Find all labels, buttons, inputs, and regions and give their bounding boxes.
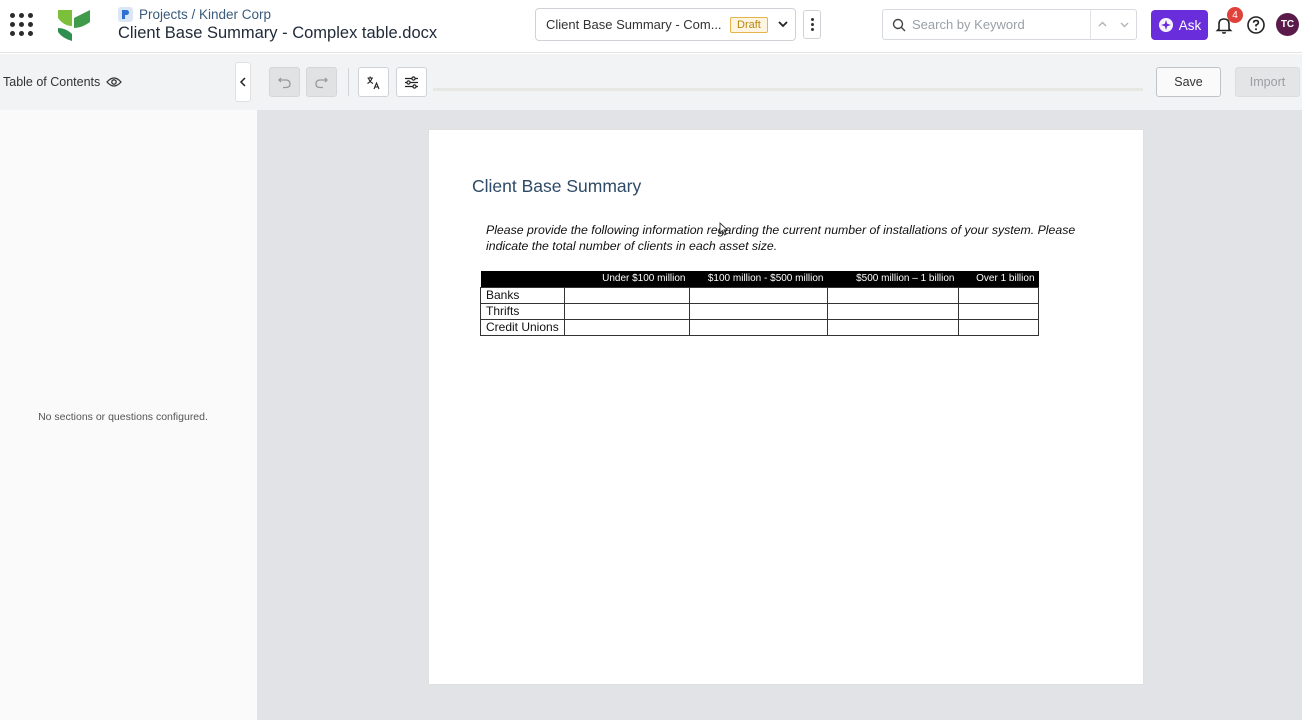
table-header-cell: [480, 271, 565, 287]
eye-icon[interactable]: [106, 76, 123, 88]
document-title: Client Base Summary - Complex table.docx: [118, 24, 438, 42]
table-cell[interactable]: [958, 318, 1039, 336]
table-cell[interactable]: [689, 318, 828, 336]
logo-icon[interactable]: [56, 8, 92, 42]
apps-grid-icon[interactable]: [10, 13, 34, 37]
editor-toolbar: Save Import: [258, 54, 1302, 110]
toc-header: Table of Contents: [0, 54, 258, 110]
table-header-row: Under $100 million $100 million - $500 m…: [480, 271, 1039, 287]
import-button[interactable]: Import: [1235, 67, 1300, 97]
more-options-kebab-icon[interactable]: [803, 10, 821, 39]
document-heading: Client Base Summary: [472, 176, 642, 196]
table-cell[interactable]: [958, 302, 1039, 320]
undo-button[interactable]: [269, 67, 300, 97]
table-cell[interactable]: [689, 302, 828, 320]
table-header-cell: Over 1 billion: [958, 271, 1039, 287]
chevron-up-icon[interactable]: [1097, 19, 1108, 30]
ask-button[interactable]: Ask: [1151, 10, 1208, 40]
table-cell[interactable]: Thrifts: [480, 302, 565, 320]
translate-icon: [367, 76, 380, 89]
table-cell[interactable]: [827, 318, 959, 336]
toc-empty-message: No sections or questions configured.: [38, 411, 208, 423]
version-select-value: Client Base Summary - Com...: [546, 17, 722, 32]
undo-icon: [278, 77, 291, 88]
toc-title: Table of Contents: [3, 75, 123, 89]
search-box: [882, 9, 1137, 40]
table-row: Credit Unions: [480, 318, 1039, 336]
ask-label: Ask: [1178, 17, 1202, 33]
table-cell[interactable]: [689, 286, 828, 304]
table-cell[interactable]: [564, 286, 690, 304]
help-icon[interactable]: [1246, 15, 1266, 35]
table-cell[interactable]: [564, 302, 690, 320]
table-cell[interactable]: [564, 318, 690, 336]
collapse-sidebar-button[interactable]: [235, 62, 251, 102]
table-header-cell: $100 million - $500 million: [689, 271, 828, 287]
draft-status-badge: Draft: [730, 16, 768, 33]
chevron-down-icon: [778, 21, 788, 28]
table-cell[interactable]: Credit Unions: [480, 318, 565, 336]
avatar[interactable]: TC: [1276, 13, 1299, 36]
table-row: Thrifts: [480, 302, 1039, 320]
top-header: Projects / Kinder Corp Client Base Summa…: [0, 0, 1302, 53]
save-button[interactable]: Save: [1156, 67, 1221, 97]
mouse-cursor-icon: [719, 222, 729, 236]
ask-sparkle-icon: [1158, 18, 1173, 32]
breadcrumb-text[interactable]: Projects / Kinder Corp: [139, 7, 271, 22]
chevron-down-icon[interactable]: [1119, 19, 1130, 30]
table-cell[interactable]: Banks: [480, 286, 565, 304]
notification-count-badge: 4: [1227, 7, 1243, 23]
document-page[interactable]: Client Base Summary Please provide the f…: [428, 129, 1144, 685]
table-row: Banks: [480, 286, 1039, 304]
table-cell[interactable]: [827, 286, 959, 304]
document-paragraph: Please provide the following information…: [486, 223, 1076, 253]
breadcrumb[interactable]: Projects / Kinder Corp: [118, 5, 271, 23]
project-icon: [118, 6, 133, 22]
settings-sliders-icon: [405, 75, 418, 89]
version-select[interactable]: Client Base Summary - Com... Draft: [535, 8, 796, 41]
toolbar-progress-track: [433, 88, 1143, 91]
translate-button[interactable]: [358, 67, 389, 97]
document-canvas: Client Base Summary Please provide the f…: [258, 110, 1302, 720]
table-header-cell: Under $100 million: [564, 271, 690, 287]
search-icon: [892, 18, 906, 31]
search-input[interactable]: [912, 17, 1087, 32]
chevron-left-icon: [239, 77, 246, 87]
toolbar-divider: [348, 68, 349, 96]
sidebar: Table of Contents No sections or questio…: [0, 54, 258, 720]
redo-icon: [315, 77, 328, 88]
table-cell[interactable]: [827, 302, 959, 320]
table-cell[interactable]: [958, 286, 1039, 304]
toc-title-label: Table of Contents: [3, 75, 101, 89]
search-nav: [1090, 10, 1136, 39]
asset-size-table: Under $100 million $100 million - $500 m…: [480, 271, 1039, 336]
settings-button[interactable]: [396, 67, 427, 97]
redo-button[interactable]: [306, 67, 337, 97]
table-header-cell: $500 million – 1 billion: [827, 271, 959, 287]
